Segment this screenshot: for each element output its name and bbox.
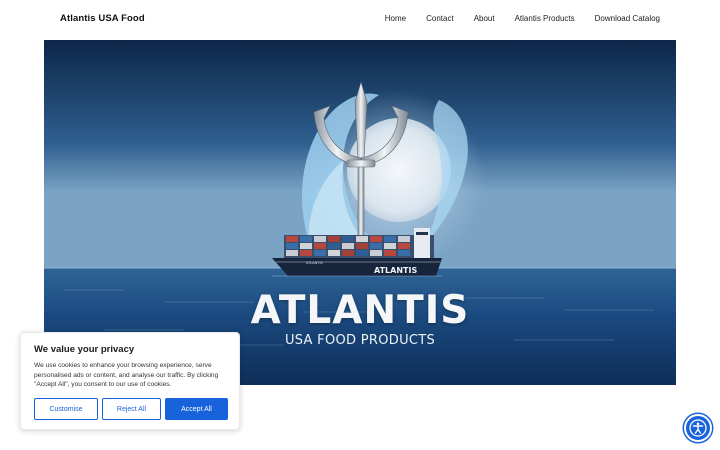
accessibility-icon: [689, 419, 707, 437]
accept-all-button[interactable]: Accept All: [165, 398, 228, 420]
nav-atlantis-products[interactable]: Atlantis Products: [515, 14, 575, 23]
accessibility-widget-button[interactable]: [684, 414, 712, 442]
nav-download-catalog[interactable]: Download Catalog: [595, 14, 660, 23]
nav-home[interactable]: Home: [385, 14, 406, 23]
hero-title: ATLANTIS: [250, 288, 470, 333]
nav-about[interactable]: About: [474, 14, 495, 23]
cookie-description: We use cookies to enhance your browsing …: [34, 362, 219, 388]
ship-bow-name: ATLANTIS: [306, 261, 323, 265]
reject-all-button[interactable]: Reject All: [102, 398, 161, 420]
customise-button[interactable]: Customise: [34, 398, 98, 420]
cookie-consent-banner: We value your privacy We use cookies to …: [20, 332, 240, 430]
nav-contact[interactable]: Contact: [426, 14, 454, 23]
main-nav: Home Contact About Atlantis Products Dow…: [385, 14, 660, 23]
ship-hull-name: ATLANTIS: [374, 266, 417, 275]
site-logo[interactable]: Atlantis USA Food: [60, 13, 145, 24]
cookie-title: We value your privacy: [34, 344, 135, 355]
container-ship: ATLANTIS ATLANTIS: [272, 228, 442, 276]
site-header: Atlantis USA Food Home Contact About Atl…: [0, 0, 720, 40]
